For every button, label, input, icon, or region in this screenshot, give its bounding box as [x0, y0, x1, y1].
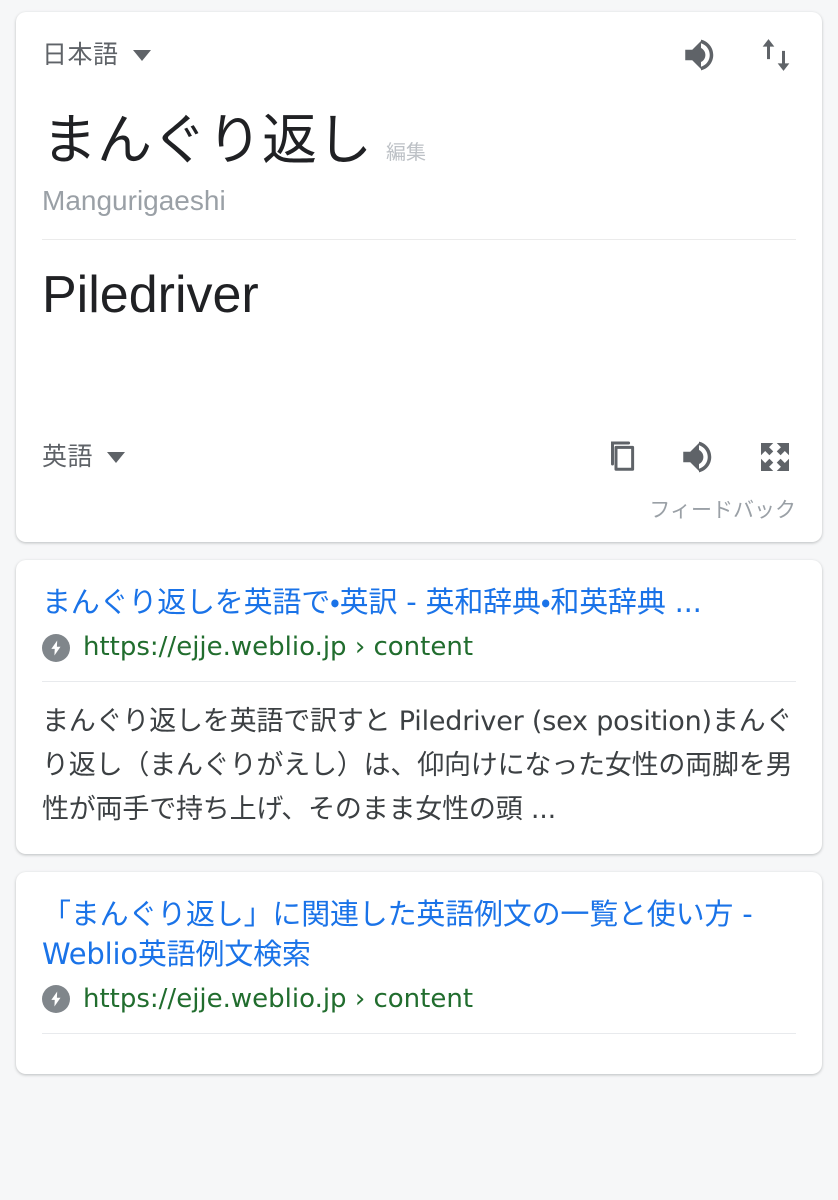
- copy-icon[interactable]: [602, 436, 644, 478]
- amp-lightning-icon: [42, 633, 70, 662]
- fullscreen-icon[interactable]: [754, 436, 796, 478]
- feedback-link[interactable]: フィードバック: [42, 494, 796, 524]
- source-language-selector[interactable]: 日本語: [42, 40, 151, 69]
- chevron-down-icon: [132, 49, 151, 61]
- result-title-link[interactable]: まんぐり返しを英語で・英訳 - 英和辞典・和英辞典 ...: [42, 582, 796, 622]
- result-title-link[interactable]: 「まんぐり返し」に関連した英語例文の一覧と使い方 - Weblio英語例文検索: [42, 894, 796, 974]
- translate-header-row: 日本語: [42, 34, 796, 76]
- result-divider: [42, 681, 796, 683]
- result-url-text: https://ejje.weblio.jp › content: [83, 983, 474, 1014]
- result-url-text: https://ejje.weblio.jp › content: [83, 632, 474, 663]
- source-text: まんぐり返し: [42, 108, 373, 172]
- translate-header-icons: [680, 34, 796, 76]
- search-result-item: 「まんぐり返し」に関連した英語例文の一覧と使い方 - Weblio英語例文検索 …: [16, 871, 822, 1074]
- translate-card: 日本語 まんぐり返し 編集 Mangurigaeshi Piledriver 英…: [16, 12, 822, 543]
- source-text-block: まんぐり返し 編集 Mangurigaeshi: [42, 108, 796, 217]
- target-language-label: 英語: [42, 442, 94, 471]
- result-snippet: まんぐり返しを英語で訳すと Piledriver (sex position)ま…: [42, 706, 793, 825]
- source-text-line: まんぐり返し 編集: [42, 108, 796, 172]
- target-language-selector[interactable]: 英語: [42, 442, 126, 471]
- speaker-icon[interactable]: [680, 34, 722, 76]
- chevron-down-icon: [107, 451, 126, 463]
- swap-languages-icon[interactable]: [756, 34, 796, 76]
- result-url-row[interactable]: https://ejje.weblio.jp › content: [42, 632, 796, 663]
- source-language-label: 日本語: [42, 40, 119, 69]
- translation-block: Piledriver: [42, 240, 796, 434]
- romanization-text: Mangurigaeshi: [42, 184, 226, 216]
- search-results-page: 日本語 まんぐり返し 編集 Mangurigaeshi Piledriver 英…: [0, 0, 838, 1200]
- translated-text: Piledriver: [42, 266, 259, 325]
- search-result-item: まんぐり返しを英語で・英訳 - 英和辞典・和英辞典 ... https://ej…: [16, 560, 822, 854]
- edit-link[interactable]: 編集: [386, 136, 426, 165]
- translate-footer-row: 英語: [42, 434, 796, 480]
- amp-lightning-icon: [42, 985, 70, 1014]
- result-divider: [42, 1032, 796, 1034]
- result-url-row[interactable]: https://ejje.weblio.jp › content: [42, 984, 796, 1015]
- speaker-icon[interactable]: [678, 436, 720, 478]
- translate-result-icons: [602, 436, 796, 478]
